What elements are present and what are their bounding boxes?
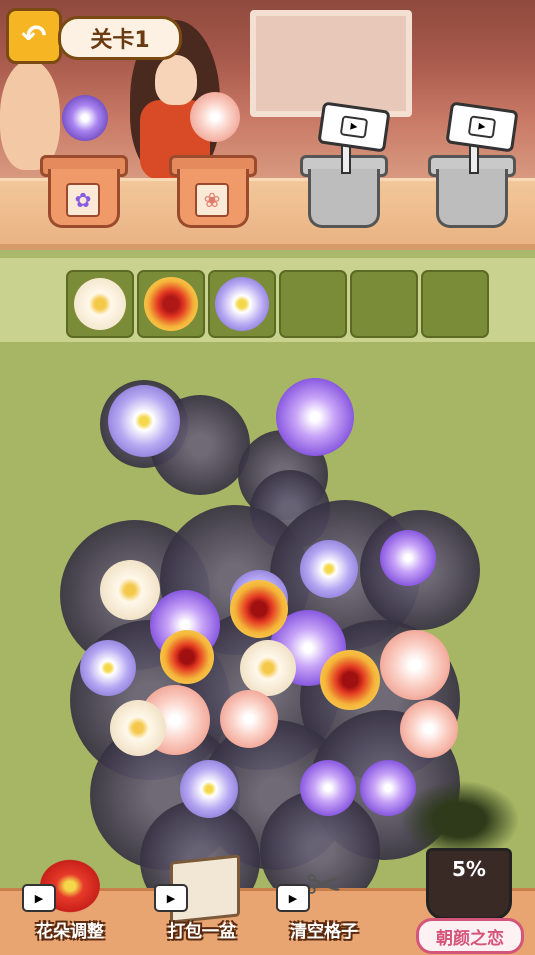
slot-2[interactable]: [137, 270, 205, 338]
flower-name-button[interactable]: 朝颜之恋: [416, 918, 524, 954]
daisy-flower[interactable]: [160, 630, 214, 684]
pink-flower[interactable]: [380, 630, 450, 700]
girl-face: [155, 55, 197, 105]
video-sign-2[interactable]: ▶: [445, 101, 519, 153]
progress-text: 5%: [452, 857, 486, 881]
pink-flower[interactable]: [220, 690, 278, 748]
pansy-flower[interactable]: [300, 540, 358, 598]
white-flower[interactable]: [100, 560, 160, 620]
clear-slots-label: 清空格子: [290, 922, 358, 942]
video-icon: ▶: [276, 884, 310, 912]
video-sign-1[interactable]: ▶: [317, 101, 391, 153]
slot-3[interactable]: [208, 270, 276, 338]
video-icon: ▶: [339, 115, 369, 139]
lily-flower[interactable]: [300, 760, 356, 816]
red-daisy-icon: [144, 277, 198, 331]
slot-1[interactable]: [66, 270, 134, 338]
back-button[interactable]: ↶: [6, 8, 62, 64]
pink-flower[interactable]: [400, 700, 458, 758]
daisy-flower[interactable]: [320, 650, 380, 710]
progress-pot: 5%: [426, 848, 512, 920]
pink-blossom-flower: [190, 92, 240, 142]
flower-slots: [66, 270, 489, 338]
lily-flower[interactable]: [380, 530, 436, 586]
purple-lily-flower: [62, 95, 108, 141]
slot-6[interactable]: [421, 270, 489, 338]
purple-lily-icon: ✿: [66, 183, 100, 217]
shelf-edge: [0, 244, 535, 250]
daisy-flower[interactable]: [230, 580, 288, 638]
slot-5[interactable]: [350, 270, 418, 338]
video-icon: ▶: [22, 884, 56, 912]
pot-purple-lily[interactable]: ✿: [40, 155, 128, 228]
white-blossom-icon: [74, 278, 126, 330]
pansy-flower[interactable]: [180, 760, 238, 818]
background-window: [250, 10, 412, 117]
back-arrow-icon: ↶: [21, 18, 47, 54]
clear-slots-button[interactable]: ✂ ▶ 清空格子: [274, 858, 374, 948]
pot-pink-blossom[interactable]: ❀: [169, 155, 257, 228]
slot-4[interactable]: [279, 270, 347, 338]
white-flower[interactable]: [110, 700, 166, 756]
lily-flower[interactable]: [276, 378, 354, 456]
video-icon: ▶: [154, 884, 188, 912]
pansy-flower[interactable]: [80, 640, 136, 696]
pack-pot-button[interactable]: ▶ 打包一盆: [152, 854, 252, 948]
level-label: 关卡1: [58, 16, 182, 60]
pink-blossom-icon: ❀: [195, 183, 229, 217]
violet-pansy-icon: [215, 277, 269, 331]
pack-pot-label: 打包一盆: [168, 922, 236, 942]
video-icon: ▶: [467, 115, 497, 139]
flower-adjust-label: 花朵调整: [36, 922, 104, 942]
flower-adjust-button[interactable]: ▶ 花朵调整: [20, 858, 120, 948]
pansy-flower[interactable]: [108, 385, 180, 457]
grandpa-character: [0, 60, 60, 170]
white-flower[interactable]: [240, 640, 296, 696]
